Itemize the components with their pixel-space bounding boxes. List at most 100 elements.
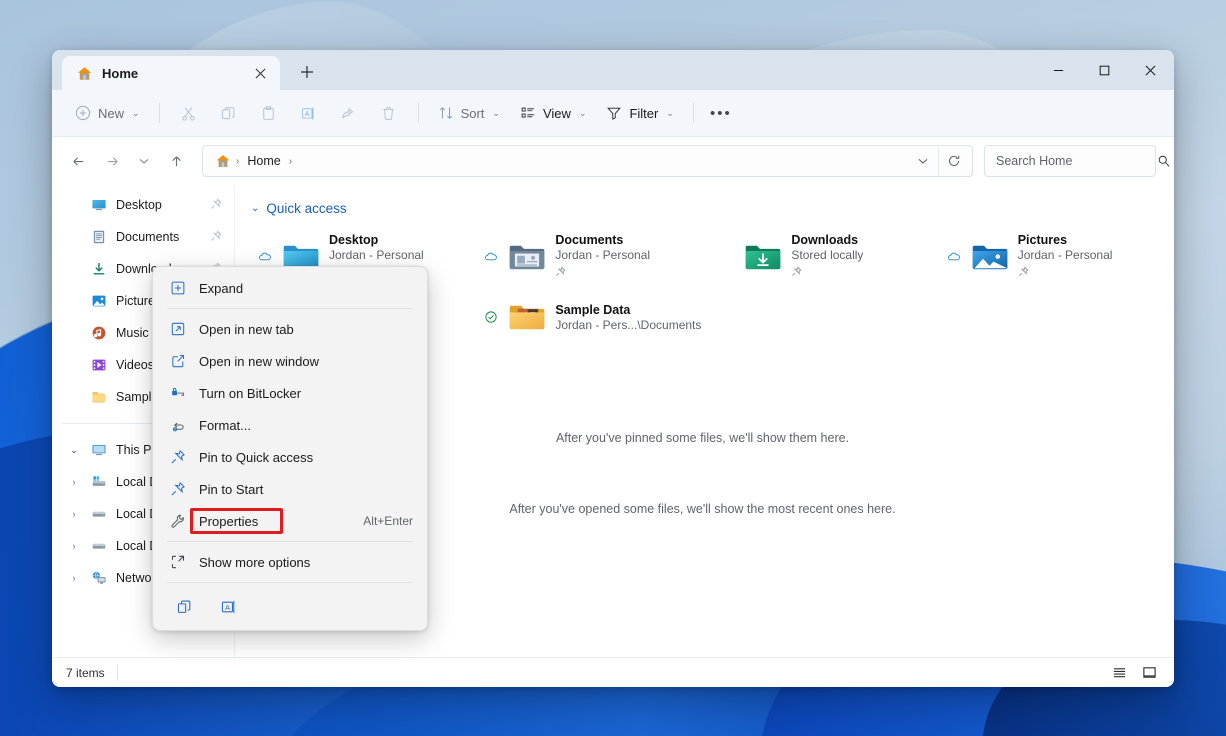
quick-access-item-pictures[interactable]: Pictures Jordan - Personal: [940, 229, 1160, 285]
open-new-window-icon: [169, 353, 187, 369]
pictures-folder-icon: [969, 241, 1011, 273]
address-dropdown-icon[interactable]: [908, 147, 938, 175]
new-label: New: [98, 106, 124, 121]
format-icon: [169, 417, 187, 433]
item-subtitle: Jordan - Personal: [555, 248, 650, 262]
sample-data-folder-icon: [506, 301, 548, 333]
videos-icon: [90, 357, 108, 373]
search-box[interactable]: [984, 145, 1156, 177]
window-controls: [1035, 50, 1174, 90]
quick-access-header[interactable]: ⌄ Quick access: [251, 195, 1174, 221]
quick-access-text: Pictures Jordan - Personal: [1018, 233, 1113, 282]
status-divider: [117, 665, 118, 681]
context-menu-item-turn-on-bitlocker[interactable]: Turn on BitLocker: [157, 377, 423, 409]
cut-button[interactable]: [170, 97, 208, 129]
tab-home[interactable]: Home: [62, 56, 280, 90]
chevron-right-icon[interactable]: ›: [66, 541, 82, 551]
address-bar[interactable]: › Home ›: [202, 145, 973, 177]
context-menu-item-pin-to-start[interactable]: Pin to Start: [157, 473, 423, 505]
context-menu-item-open-in-new-tab[interactable]: Open in new tab: [157, 313, 423, 345]
details-view-button[interactable]: [1106, 661, 1132, 685]
breadcrumb-home[interactable]: Home: [241, 149, 286, 173]
sidebar-item-label: Desktop: [116, 198, 162, 212]
cloud-icon: [257, 250, 273, 264]
close-window-button[interactable]: [1127, 50, 1174, 90]
chevron-down-icon: ⌄: [579, 108, 587, 119]
see-more-button[interactable]: •••: [704, 97, 738, 129]
drive-icon: [90, 506, 108, 522]
quick-access-item-documents[interactable]: Documents Jordan - Personal: [477, 229, 707, 285]
svg-text:A: A: [305, 110, 310, 118]
menu-item-label: Format...: [199, 418, 413, 433]
expand-icon: [169, 280, 187, 296]
large-icons-view-button[interactable]: [1136, 661, 1162, 685]
chevron-down-icon: ⌄: [132, 108, 140, 119]
desktop-icon: [90, 197, 108, 213]
forward-button[interactable]: [96, 145, 128, 177]
rename-button[interactable]: A: [290, 97, 328, 129]
sidebar-item-label: Music: [116, 326, 149, 340]
show-more-options-icon: [169, 554, 187, 570]
quick-access-item-sample-data[interactable]: Sample Data Jordan - Pers...\Documents: [477, 289, 707, 345]
filter-icon: [606, 105, 622, 121]
back-button[interactable]: [62, 145, 94, 177]
new-button[interactable]: New ⌄: [66, 97, 149, 129]
menu-separator: [167, 541, 413, 542]
view-switcher: [1106, 661, 1162, 685]
sidebar-item-label: Videos: [116, 358, 154, 372]
chevron-right-icon[interactable]: ›: [66, 573, 82, 583]
share-button[interactable]: [330, 97, 368, 129]
sidebar-item-documents[interactable]: Documents: [56, 221, 230, 253]
context-menu-item-open-in-new-window[interactable]: Open in new window: [157, 345, 423, 377]
search-icon[interactable]: [1157, 154, 1171, 168]
quick-access-item-downloads[interactable]: Downloads Stored locally: [713, 229, 933, 285]
minimize-button[interactable]: [1035, 50, 1081, 90]
paste-button[interactable]: [250, 97, 288, 129]
context-menu-item-pin-to-quick-access[interactable]: Pin to Quick access: [157, 441, 423, 473]
downloads-folder-icon: [742, 241, 784, 273]
delete-button[interactable]: [370, 97, 408, 129]
documents-folder-icon: [506, 241, 548, 273]
chevron-down-icon[interactable]: ⌄: [66, 445, 82, 456]
up-button[interactable]: [160, 145, 192, 177]
pin-icon: [169, 481, 187, 497]
home-breadcrumb-icon[interactable]: [212, 153, 234, 169]
filter-button[interactable]: Filter ⌄: [597, 97, 682, 129]
chevron-down-icon: ⌄: [492, 108, 500, 119]
context-menu-item-show-more-options[interactable]: Show more options: [157, 546, 423, 578]
chevron-right-icon[interactable]: ›: [66, 477, 82, 487]
tab-label: Home: [102, 66, 239, 81]
bitlocker-icon: [169, 385, 187, 401]
sidebar-item-label: Documents: [116, 230, 179, 244]
chevron-down-icon[interactable]: ⌄: [251, 203, 259, 214]
breadcrumb-separator[interactable]: ›: [288, 156, 293, 167]
menu-item-accelerator: Alt+Enter: [363, 514, 413, 528]
this-pc-icon: [90, 442, 108, 458]
recent-locations-button[interactable]: [130, 145, 158, 177]
context-menu-item-properties[interactable]: Properties Alt+Enter: [157, 505, 423, 537]
filter-label: Filter: [629, 106, 658, 121]
command-bar: New ⌄: [52, 90, 1174, 137]
toolbar-divider: [159, 103, 160, 123]
view-button[interactable]: View ⌄: [511, 97, 596, 129]
quick-access-text: Documents Jordan - Personal: [555, 233, 650, 282]
maximize-button[interactable]: [1081, 50, 1127, 90]
context-menu-item-format[interactable]: Format...: [157, 409, 423, 441]
sort-button[interactable]: Sort ⌄: [429, 97, 509, 129]
copy-button[interactable]: [210, 97, 248, 129]
rename-icon[interactable]: A: [211, 591, 245, 621]
menu-item-label: Turn on BitLocker: [199, 386, 413, 401]
context-menu-item-expand[interactable]: Expand: [157, 272, 423, 304]
search-input[interactable]: [996, 154, 1157, 168]
folder-icon: [90, 389, 108, 405]
sidebar-item-desktop[interactable]: Desktop: [56, 189, 230, 221]
open-new-tab-icon: [169, 321, 187, 337]
refresh-icon[interactable]: [938, 147, 968, 175]
close-tab-icon[interactable]: [248, 61, 272, 85]
menu-separator: [167, 308, 413, 309]
new-tab-icon[interactable]: [291, 56, 323, 88]
quick-access-text: Downloads Stored locally: [791, 233, 863, 282]
item-name: Sample Data: [555, 303, 701, 317]
chevron-right-icon[interactable]: ›: [66, 509, 82, 519]
copy-path-icon[interactable]: [167, 591, 201, 621]
